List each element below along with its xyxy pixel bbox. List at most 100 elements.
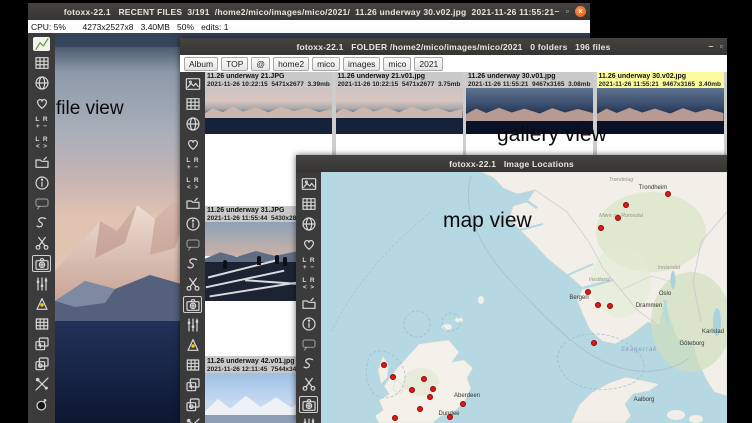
file-window-titlebar[interactable]: fotoxx-22.1 RECENT FILES 3/191 /home2/mi… [28,3,590,21]
chart-icon[interactable] [33,37,50,51]
sync-icon[interactable] [31,213,52,233]
sync-icon[interactable] [182,254,203,274]
tools-icon[interactable] [31,374,52,394]
thumbnail-filename: 11.26 underway 21.JPG [207,73,330,81]
zoom-lr-icon[interactable]: L R + − [298,254,319,274]
paint-icon[interactable] [31,294,52,314]
comment-icon[interactable] [298,334,319,354]
map-marker[interactable] [623,202,629,208]
map-window-titlebar[interactable]: fotoxx-22.1 Image Locations [296,155,727,173]
folder-icon[interactable] [182,194,203,214]
comment-icon[interactable] [182,234,203,254]
minimize-icon[interactable]: – [708,42,713,51]
annotation-file-view: file view [56,98,124,120]
thumbnail-meta: 2021-11-26 10:22:15 5471x2677 3.75mb [338,81,461,88]
map-marker[interactable] [585,289,591,295]
info-icon[interactable] [298,314,319,334]
globe-icon[interactable] [182,114,203,134]
breadcrumb-button-mico[interactable]: mico [312,57,340,71]
table-icon[interactable] [31,53,52,73]
tools-icon[interactable] [182,415,203,423]
photo-icon[interactable] [298,174,319,194]
heart-icon[interactable] [298,234,319,254]
breadcrumb-button-album[interactable]: Album [184,57,218,71]
heart-icon[interactable] [182,134,203,154]
map-marker[interactable] [417,406,423,412]
breadcrumb-button-2021[interactable]: 2021 [414,57,443,71]
map-marker[interactable] [591,340,597,346]
comment-icon[interactable] [31,193,52,213]
camera-add-icon[interactable] [183,296,202,313]
map-marker[interactable] [447,414,453,420]
map-marker[interactable] [595,302,601,308]
map-marker[interactable] [409,387,415,393]
map-marker[interactable] [615,215,621,221]
sliders-icon[interactable] [31,274,52,294]
thumbnail-caption: 11.26 underway 21.JPG 2021-11-26 10:22:1… [205,72,332,88]
table2-icon[interactable] [31,314,52,334]
sync-icon[interactable] [298,354,319,374]
pan-lr-icon[interactable]: L R < > [182,174,203,194]
map-city-label: Aalborg [634,397,655,403]
globe-icon[interactable] [31,73,52,93]
map-marker[interactable] [421,376,427,382]
info-icon[interactable] [31,173,52,193]
paint-icon[interactable] [182,335,203,355]
annotation-gallery-view: gallery view [497,123,607,147]
thumbnail-filename: 11.26 underway 30.v01.jpg [468,73,591,81]
map-marker[interactable] [430,386,436,392]
map-marker[interactable] [381,362,387,368]
scissors-icon[interactable] [31,233,52,253]
folder-icon[interactable] [31,153,52,173]
gallery-toolbar: L R + −L R < > [180,72,205,423]
breadcrumb-button-images[interactable]: images [343,57,380,71]
map-marker[interactable] [392,415,398,421]
map-city-label: Drammen [636,303,662,309]
maximize-icon[interactable]: ▫ [720,42,723,51]
thumbnail-caption: 11.26 underway 30.v02.jpg 2021-11-26 11:… [597,72,724,88]
table2-icon[interactable] [182,355,203,375]
zoom-lr-icon[interactable]: L R + − [31,113,52,133]
gallery-window-title: fotoxx-22.1 FOLDER /home2/mico/images/mi… [296,42,610,52]
sliders-icon[interactable] [298,415,319,423]
thumbnail-meta: 2021-11-26 11:55:21 9467x3165 3.08mb [468,81,591,88]
copy-camera-icon[interactable] [182,395,203,415]
annotation-map-view: map view [443,209,532,233]
camera-add-icon[interactable] [32,255,51,272]
map-city-label: Aberdeen [454,393,480,399]
info-icon[interactable] [182,214,203,234]
camera-add-icon[interactable] [299,396,318,413]
gallery-window-titlebar[interactable]: fotoxx-22.1 FOLDER /home2/mico/images/mi… [180,38,727,56]
minimize-icon[interactable]: – [554,7,559,16]
sliders-icon[interactable] [182,315,203,335]
globe-icon[interactable] [298,214,319,234]
close-icon[interactable]: × [575,6,586,17]
thumbnail-caption: 11.26 underway 30.v01.jpg 2021-11-26 11:… [466,72,593,88]
pan-lr-icon[interactable]: L R < > [31,133,52,153]
map-sea-label: Skagerrak [621,347,657,353]
breadcrumb-button-[interactable]: @ [251,57,270,71]
bomb-icon[interactable] [31,394,52,414]
zoom-lr-icon[interactable]: L R + − [182,154,203,174]
scissors-icon[interactable] [298,374,319,394]
breadcrumb-button-home2[interactable]: home2 [273,57,309,71]
copy-add-icon[interactable] [182,375,203,395]
pan-lr-icon[interactable]: L R < > [298,274,319,294]
copy-add-icon[interactable] [31,334,52,354]
map-marker[interactable] [665,191,671,197]
table-icon[interactable] [298,194,319,214]
map-marker[interactable] [598,225,604,231]
breadcrumb-button-mico[interactable]: mico [383,57,411,71]
folder-icon[interactable] [298,294,319,314]
maximize-icon[interactable]: ▫ [566,7,569,16]
map-marker[interactable] [390,374,396,380]
heart-icon[interactable] [31,93,52,113]
table-icon[interactable] [182,94,203,114]
photo-icon[interactable] [182,74,203,94]
copy-camera-icon[interactable] [31,354,52,374]
map-marker[interactable] [460,401,466,407]
map-marker[interactable] [427,394,433,400]
scissors-icon[interactable] [182,274,203,294]
breadcrumb-button-top[interactable]: TOP [221,57,248,71]
map-marker[interactable] [607,303,613,309]
